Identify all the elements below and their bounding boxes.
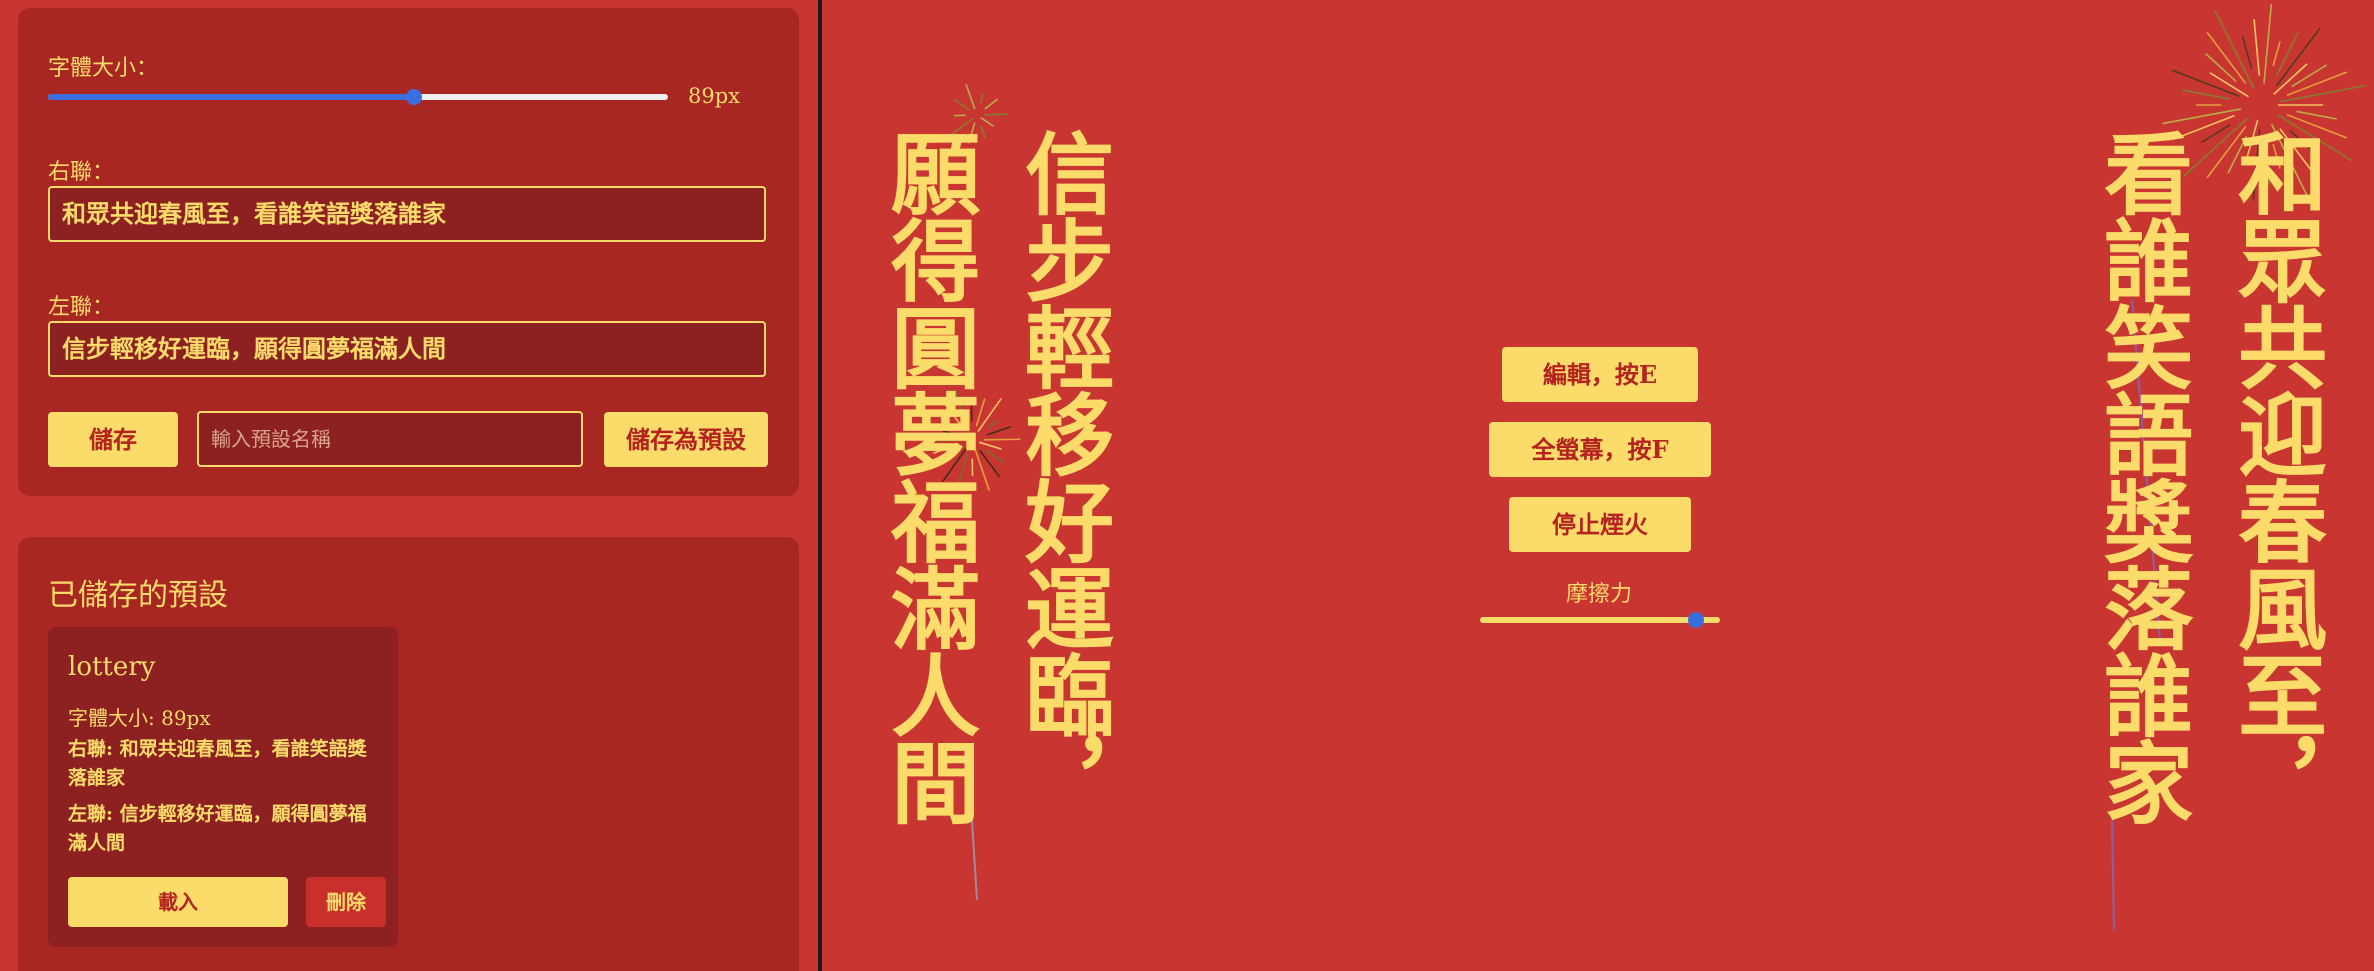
- firework-spark: [980, 117, 994, 127]
- friction-slider[interactable]: [1480, 612, 1720, 628]
- font-size-slider-fill: [48, 94, 414, 100]
- saved-presets-title: 已儲存的預設: [48, 578, 228, 613]
- firework-spark: [2291, 64, 2327, 87]
- friction-slider-thumb[interactable]: [1688, 612, 1704, 628]
- firework-spark: [953, 98, 970, 111]
- firework-spark: [2182, 89, 2231, 100]
- friction-label: 摩擦力: [1566, 582, 1633, 607]
- firework-spark: [2276, 27, 2321, 87]
- firework-spark: [984, 113, 1009, 116]
- firework-spark: [2296, 110, 2338, 120]
- firework-spark: [2272, 41, 2281, 67]
- firework-spark: [2253, 19, 2261, 76]
- couplet-display: 信步輕移好運臨， 願得圓夢福滿人間 和眾共迎春風至， 看誰笑語獎落誰家 編輯，按…: [822, 0, 2374, 971]
- edit-button[interactable]: 編輯，按E: [1502, 347, 1698, 402]
- firework-spark: [965, 84, 976, 110]
- firework-spark: [979, 441, 1002, 450]
- left-couplet-column-2: 願得圓夢福滿人間: [876, 128, 982, 824]
- preset-font-size: 字體大小: 89px: [68, 706, 211, 730]
- left-couplet-column-1: 信步輕移好運臨，: [1010, 128, 1116, 824]
- delete-preset-button[interactable]: 刪除: [306, 877, 386, 927]
- right-couplet-label: 右聯：: [48, 160, 115, 185]
- firework-spark: [2275, 32, 2299, 77]
- font-size-slider-thumb[interactable]: [405, 89, 422, 105]
- right-couplet-column-2: 看誰笑語獎落誰家: [2089, 128, 2195, 824]
- preset-name: lottery: [68, 652, 156, 682]
- firework-spark: [987, 419, 1000, 429]
- firework-spark: [985, 449, 1004, 463]
- save-button[interactable]: 儲存: [48, 412, 178, 467]
- firework-spark: [2205, 53, 2237, 82]
- firework-spark: [986, 426, 1011, 436]
- load-preset-button[interactable]: 載入: [68, 877, 288, 927]
- firework-spark: [2241, 36, 2253, 69]
- preset-card: lottery 字體大小: 89px 右聯: 和眾共迎春風至，看誰笑語獎落誰家 …: [48, 627, 398, 947]
- firework-spark: [2263, 4, 2273, 84]
- firework-spark: [984, 98, 999, 110]
- left-couplet-label: 左聯：: [48, 295, 115, 320]
- editor-sidebar: 字體大小： 89px 右聯： 和眾共迎春風至，看誰笑語獎落誰家 左聯： 信步輕移…: [0, 0, 818, 971]
- preset-right-couplet: 右聯: 和眾共迎春風至，看誰笑語獎落誰家: [68, 738, 367, 789]
- preset-name-input[interactable]: 輸入預設名稱: [197, 411, 583, 467]
- firework-spark: [979, 94, 984, 104]
- fullscreen-button[interactable]: 全螢幕，按F: [1489, 422, 1711, 477]
- firework-spark: [980, 124, 986, 139]
- preset-left-couplet: 左聯: 信步輕移好運臨，願得圓夢福滿人間: [68, 803, 367, 854]
- firework-trail: [2111, 819, 2115, 931]
- firework-spark: [2162, 108, 2242, 125]
- stop-fireworks-button[interactable]: 停止煙火: [1509, 497, 1691, 552]
- left-couplet-input[interactable]: 信步輕移好運臨，願得圓夢福滿人間: [48, 321, 766, 377]
- save-as-preset-button[interactable]: 儲存為預設: [604, 412, 768, 467]
- right-couplet-input[interactable]: 和眾共迎春風至，看誰笑語獎落誰家: [48, 186, 766, 242]
- right-couplet-column-1: 和眾共迎春風至，: [2223, 128, 2329, 824]
- saved-presets-panel: 已儲存的預設 lottery 字體大小: 89px 右聯: 和眾共迎春風至，看誰…: [18, 537, 799, 971]
- font-size-slider[interactable]: [48, 89, 668, 105]
- couplet-settings-panel: 字體大小： 89px 右聯： 和眾共迎春風至，看誰笑語獎落誰家 左聯： 信步輕移…: [18, 8, 799, 496]
- font-size-label: 字體大小：: [48, 56, 159, 81]
- font-size-value: 89px: [688, 84, 741, 108]
